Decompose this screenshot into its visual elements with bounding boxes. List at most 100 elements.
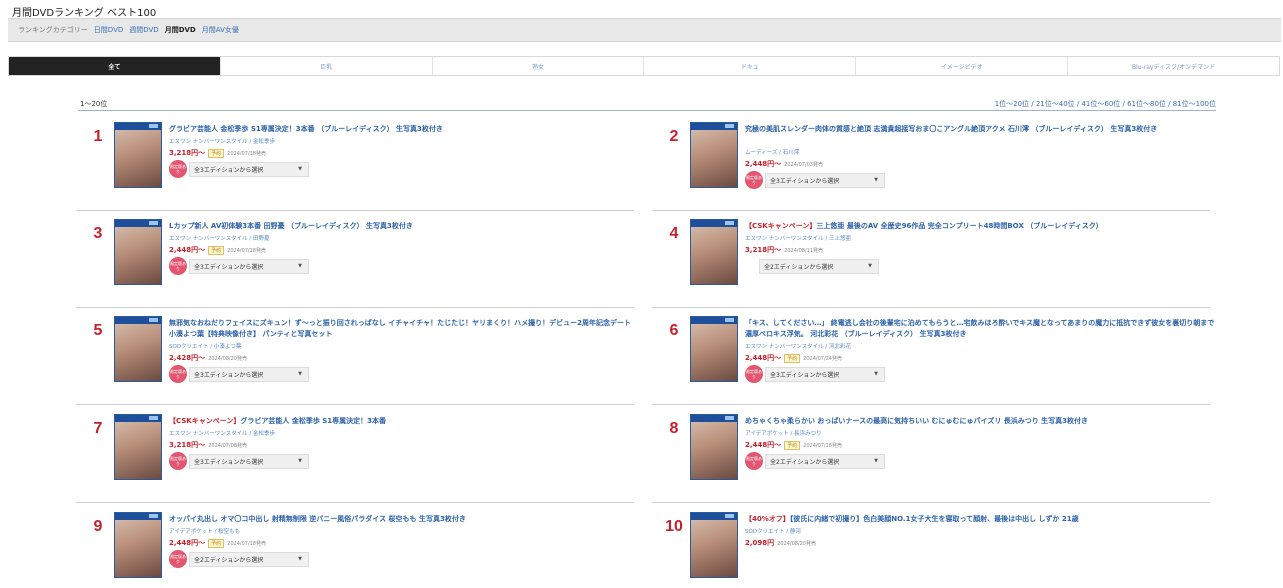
product-price: 2,098円 [745, 539, 775, 547]
tab-documentary[interactable]: ドキュ [643, 57, 856, 75]
product-title-link[interactable]: グラビア芸能人 金松季歩 S1専属決定！3本番 （ブルーレイディスク） 生写真3… [169, 124, 639, 135]
ranking-item: 8 めちゃくちゃ柔らかい おっぱいナースの最高に気持ちいい むにゅむにゅパイズリ … [662, 414, 1218, 510]
tab-bluray[interactable]: Blu-rayディスク/オンデマンド [1067, 57, 1279, 75]
maker-actress-link[interactable]: アイデアポケット / 長浜みつり [745, 429, 822, 437]
product-title-link[interactable]: めちゃくちゃ柔らかい おっぱいナースの最高に気持ちいい むにゅむにゅパイズリ 長… [745, 416, 1215, 427]
product-title-link[interactable]: 「キス、してください…」 終電逃し会社の後輩宅に泊めてもらうと…宅飲みほろ酔いで… [745, 318, 1215, 340]
tab-big-breasts[interactable]: 巨乳 [219, 57, 432, 75]
product-cover-image[interactable] [114, 219, 162, 285]
ranking-item: 9 オッパイ丸出し オマ〇コ中出し 射精無制限 逆バニー風俗パラダイス 桜空もも … [86, 512, 642, 588]
product-title-text: 【彼氏に内緒で初撮り】色白美顔NO.1女子大生を寝取って顔射、最後は中出し しず… [789, 515, 1079, 523]
row-separator [652, 502, 1210, 503]
product-title-link[interactable]: 【CSKキャンペーン】三上悠亜 最後のAV 全歴史96作品 完全コンプリート48… [745, 221, 1215, 232]
product-cover-image[interactable] [114, 414, 162, 480]
product-title-text: オッパイ丸出し オマ〇コ中出し 射精無制限 逆バニー風俗パラダイス 桜空もも 生… [169, 515, 466, 523]
price-row: 3,218円〜 予約 2024/07/18発売 [169, 148, 266, 158]
chevron-down-icon: ▼ [868, 263, 872, 269]
edition-select-label: 全2エディションから選択 [764, 263, 834, 271]
product-title-link[interactable]: 【CSKキャンペーン】グラビア芸能人 金松季歩 S1専属決定！3本番 [169, 416, 639, 427]
bluray-logo-icon [725, 514, 734, 518]
ranking-item: 2 究極の美肌スレンダー肉体の質感と絶頂 志満貴超接写おま〇こアングル絶頂アクメ … [662, 122, 1218, 218]
edition-select[interactable]: 全3エディションから選択 ▼ [765, 366, 885, 382]
limited-edition-badge: 限定版あり [745, 171, 763, 189]
product-title-link[interactable]: 究極の美肌スレンダー肉体の質感と絶頂 志満貴超接写おま〇こアングル絶頂アクメ 石… [745, 124, 1215, 135]
ranking-item: 4 【CSKキャンペーン】三上悠亜 最後のAV 全歴史96作品 完全コンプリート4… [662, 219, 1218, 315]
edition-select[interactable]: 全2エディションから選択 ▼ [765, 453, 885, 469]
maker-actress-link[interactable]: エスワン ナンバーワンスタイル / 三上悠亜 [745, 234, 851, 242]
product-cover-image[interactable] [690, 316, 738, 382]
product-cover-image[interactable] [690, 512, 738, 578]
bluray-band-icon [691, 220, 737, 227]
edition-row: 限定版あり 全3エディションから選択 ▼ [169, 365, 309, 383]
range-pagination[interactable]: 1位〜20位 / 21位〜40位 / 41位〜60位 / 61位〜80位 / 8… [995, 99, 1216, 109]
product-title-link[interactable]: 【40%オフ】【彼氏に内緒で初撮り】色白美顔NO.1女子大生を寝取って顔射、最後… [745, 514, 1215, 525]
maker-actress-link[interactable]: SODクリエイト / 静河 [745, 527, 801, 535]
maker-actress-link[interactable]: ムーディーズ / 石川澪 [745, 148, 799, 156]
bluray-logo-icon [725, 124, 734, 128]
release-date: 2024/07/18発売 [227, 540, 266, 547]
rank-number: 10 [665, 518, 683, 535]
maker-actress-link[interactable]: エスワン ナンバーワンスタイル / 田野憂 [169, 234, 270, 242]
edition-select-label: 全3エディションから選択 [770, 371, 840, 379]
preorder-badge: 予約 [208, 148, 225, 158]
product-title-text: グラビア芸能人 金松季歩 S1専属決定！3本番 （ブルーレイディスク） 生写真3… [169, 125, 443, 133]
price-row: 2,448円〜 予約 2024/07/18発売 [169, 245, 266, 255]
campaign-label: 【40%オフ】 [745, 515, 790, 523]
category-link-daily[interactable]: 日間DVD [94, 25, 123, 35]
maker-actress-link[interactable]: エスワン ナンバーワンスタイル / 金松季歩 [169, 429, 275, 437]
bluray-band-icon [115, 415, 161, 422]
edition-select[interactable]: 全2エディションから選択 ▼ [189, 551, 309, 567]
maker-actress-link[interactable]: エスワン ナンバーワンスタイル / 金松季歩 [169, 137, 275, 145]
product-cover-image[interactable] [114, 512, 162, 578]
release-date: 2024/07/18発売 [803, 442, 842, 449]
maker-actress-link[interactable]: エスワン ナンバーワンスタイル / 河北彩花 [745, 342, 851, 350]
campaign-label: 【CSKキャンペーン】 [745, 222, 817, 230]
product-cover-image[interactable] [114, 122, 162, 188]
product-price: 2,448円〜 [745, 354, 782, 362]
edition-select-label: 全2エディションから選択 [770, 458, 840, 466]
product-title-text: 「キス、してください…」 終電逃し会社の後輩宅に泊めてもらうと…宅飲みほろ酔いで… [745, 319, 1215, 338]
tab-mature[interactable]: 熟女 [431, 57, 644, 75]
product-cover-image[interactable] [690, 414, 738, 480]
ranking-item: 10 【40%オフ】【彼氏に内緒で初撮り】色白美顔NO.1女子大生を寝取って顔射、… [662, 512, 1218, 588]
edition-select[interactable]: 全3エディションから選択 ▼ [189, 161, 309, 177]
edition-select[interactable]: 全3エディションから選択 ▼ [189, 453, 309, 469]
edition-select[interactable]: 全3エディションから選択 ▼ [765, 172, 885, 188]
bluray-logo-icon [149, 124, 158, 128]
tab-all[interactable]: 全て [9, 57, 220, 75]
ranking-item: 5 無邪気なおねだりフェイスにズキュン！ず〜っと振り回されっぱなし イチャイチャ！… [86, 316, 642, 412]
preorder-badge: 予約 [784, 353, 801, 363]
product-title-link[interactable]: 無邪気なおねだりフェイスにズキュン！ず〜っと振り回されっぱなし イチャイチャ！た… [169, 318, 639, 340]
product-title-link[interactable]: Lカップ新人 AV初体験3本番 田野憂 （ブルーレイディスク） 生写真3枚付き [169, 221, 639, 232]
ranking-item: 1 グラビア芸能人 金松季歩 S1専属決定！3本番 （ブルーレイディスク） 生写真… [86, 122, 642, 218]
release-date: 2024/07/18発売 [227, 150, 266, 157]
edition-select-label: 全3エディションから選択 [194, 166, 264, 174]
product-title-link[interactable]: オッパイ丸出し オマ〇コ中出し 射精無制限 逆バニー風俗パラダイス 桜空もも 生… [169, 514, 639, 525]
ranking-item: 7 【CSKキャンペーン】グラビア芸能人 金松季歩 S1専属決定！3本番 エスワン … [86, 414, 642, 510]
release-date: 2024/07/08発売 [208, 442, 247, 449]
edition-select[interactable]: 全2エディションから選択 ▼ [759, 258, 879, 274]
maker-actress-link[interactable]: アイデアポケット / 桜空もも [169, 527, 240, 535]
limited-edition-badge: 限定版あり [745, 452, 763, 470]
category-link-monthly-actress[interactable]: 月間AV女優 [202, 25, 239, 35]
category-current-monthly: 月間DVD [164, 26, 196, 34]
product-cover-image[interactable] [690, 122, 738, 188]
row-separator [76, 404, 634, 405]
bluray-band-icon [691, 513, 737, 520]
edition-row: 限定版あり 全3エディションから選択 ▼ [745, 171, 885, 189]
price-row: 3,218円〜 2024/08/11発売 [745, 245, 823, 255]
edition-select[interactable]: 全3エディションから選択 ▼ [189, 366, 309, 382]
product-cover-image[interactable] [690, 219, 738, 285]
product-cover-image[interactable] [114, 316, 162, 382]
row-separator [652, 404, 1210, 405]
tab-image-video[interactable]: イメージビデオ [855, 57, 1068, 75]
category-link-weekly[interactable]: 週間DVD [129, 25, 158, 35]
product-price: 2,448円〜 [745, 160, 782, 168]
chevron-down-icon: ▼ [874, 177, 878, 183]
limited-edition-badge: 限定版あり [169, 365, 187, 383]
maker-actress-link[interactable]: SODクリエイト / 小湊よつ葉 [169, 342, 241, 350]
release-date: 2024/07/24発売 [803, 355, 842, 362]
edition-select[interactable]: 全3エディションから選択 ▼ [189, 258, 309, 274]
price-row: 2,448円〜 予約 2024/07/24発売 [745, 353, 842, 363]
range-divider [78, 110, 1216, 111]
